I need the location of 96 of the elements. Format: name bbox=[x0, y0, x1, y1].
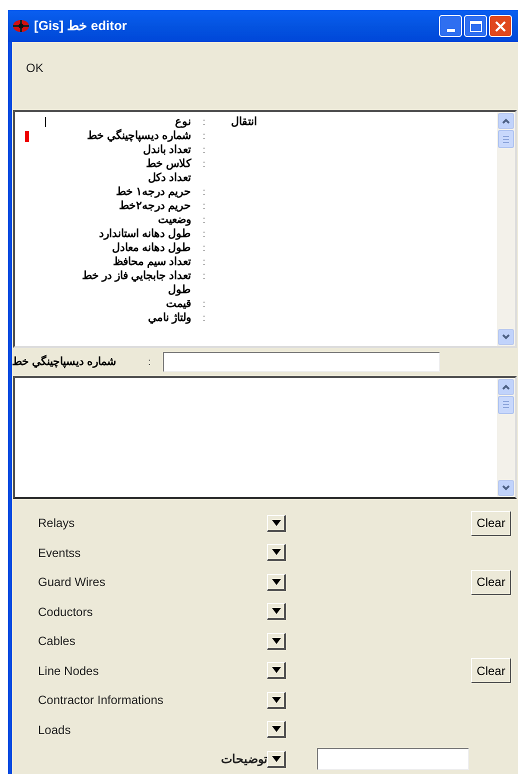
colon-separator: : bbox=[202, 242, 206, 256]
property-label: شماره دیسپاچینگي خط bbox=[86, 129, 191, 144]
dropdown-button[interactable] bbox=[267, 750, 286, 768]
colon-separator: : bbox=[202, 144, 206, 158]
section-label: توضیحات bbox=[220, 751, 267, 768]
property-row[interactable]: ولتاژ نامي : bbox=[15, 311, 497, 326]
property-label: وضعیت bbox=[158, 213, 191, 228]
section-label: Contractor Informations bbox=[38, 692, 164, 710]
colon-separator: : bbox=[202, 130, 206, 144]
triangle-down-icon bbox=[272, 549, 280, 556]
property-label: حریم درجه۱ خط bbox=[116, 185, 191, 200]
property-row[interactable]: طول bbox=[15, 283, 497, 298]
property-label: قیمت bbox=[166, 297, 191, 312]
window-title: [Gis] خط editor bbox=[34, 17, 127, 36]
property-label: ولتاژ نامي bbox=[148, 311, 191, 326]
property-value: انتقال bbox=[231, 115, 257, 130]
property-row[interactable]: قیمت : bbox=[15, 297, 497, 312]
notes-field[interactable] bbox=[317, 748, 469, 770]
colon-separator: : bbox=[202, 200, 206, 214]
scroll-down-button[interactable] bbox=[498, 329, 514, 346]
section-label: Coductors bbox=[38, 604, 94, 621]
colon-separator: : bbox=[202, 116, 206, 130]
property-row[interactable]: طول دهانه استاندارد : bbox=[15, 227, 497, 242]
property-label: تعداد باندل bbox=[142, 143, 191, 158]
section-label: Loads bbox=[38, 722, 72, 739]
property-label: طول bbox=[168, 283, 191, 298]
triangle-down-icon bbox=[272, 726, 280, 732]
property-row[interactable]: نوع : انتقال bbox=[15, 115, 497, 130]
property-label: حریم درجه۲خط bbox=[118, 199, 191, 214]
triangle-down-icon bbox=[272, 696, 280, 703]
property-row[interactable]: تعداد جابجایي فاز در خط : bbox=[15, 269, 497, 284]
dropdown-button[interactable] bbox=[267, 603, 286, 620]
colon-separator: : bbox=[202, 228, 206, 242]
property-label: تعداد دکل bbox=[148, 171, 191, 186]
scroll-up-button[interactable] bbox=[498, 378, 514, 395]
close-button[interactable] bbox=[489, 15, 512, 38]
triangle-down-icon bbox=[272, 520, 280, 526]
dropdown-button[interactable] bbox=[267, 544, 286, 562]
colon-separator: : bbox=[202, 270, 206, 284]
chevron-up-icon bbox=[502, 118, 510, 124]
colon-separator: : bbox=[202, 214, 206, 228]
colon-separator: : bbox=[202, 186, 206, 200]
dropdown-button[interactable] bbox=[267, 721, 286, 738]
dropdown-button[interactable] bbox=[267, 662, 286, 680]
dropdown-button[interactable] bbox=[267, 514, 286, 532]
triangle-down-icon bbox=[272, 638, 280, 644]
colon-separator: : bbox=[202, 256, 206, 270]
ok-menu-item[interactable]: OK bbox=[26, 61, 44, 76]
property-row[interactable]: تعداد سیم محافظ : bbox=[15, 255, 497, 270]
property-row[interactable]: شماره دیسپاچینگي خط : bbox=[15, 129, 497, 144]
close-icon bbox=[495, 20, 506, 32]
property-row[interactable]: تعداد باندل : bbox=[15, 143, 497, 158]
property-row[interactable]: طول دهانه معادل : bbox=[15, 241, 497, 256]
chevron-up-icon bbox=[502, 384, 510, 390]
scroll-down-button[interactable] bbox=[498, 480, 514, 496]
dropdown-button[interactable] bbox=[267, 574, 286, 591]
scrollbar-thumb[interactable] bbox=[498, 130, 514, 148]
colon-separator: : bbox=[202, 298, 206, 312]
chevron-down-icon bbox=[502, 334, 510, 340]
section-label: Guard Wires bbox=[38, 574, 106, 592]
dropdown-button[interactable] bbox=[267, 692, 286, 709]
triangle-down-icon bbox=[272, 578, 280, 585]
property-row[interactable]: کلاس خط : bbox=[15, 157, 497, 172]
clear-button[interactable]: Clear bbox=[471, 510, 511, 536]
dispatch-number-field[interactable] bbox=[162, 352, 440, 372]
property-row[interactable]: وضعیت : bbox=[15, 213, 497, 228]
maximize-button[interactable] bbox=[464, 15, 487, 38]
triangle-down-icon bbox=[272, 667, 280, 674]
property-label: طول دهانه استاندارد bbox=[98, 227, 191, 242]
property-label: طول دهانه معادل bbox=[112, 241, 191, 256]
triangle-down-icon bbox=[272, 756, 280, 762]
section-label: Relays bbox=[38, 515, 76, 532]
section-label: Cables bbox=[38, 633, 76, 650]
property-label: کلاس خط bbox=[146, 157, 191, 172]
section-label: Line Nodes bbox=[38, 662, 100, 680]
minimize-button[interactable] bbox=[439, 15, 462, 38]
scroll-up-button[interactable] bbox=[498, 113, 514, 130]
property-row[interactable]: حریم درجه۱ خط : bbox=[15, 185, 497, 200]
colon-separator: : bbox=[202, 158, 206, 172]
field-label: شماره دیسپاچینگي خط bbox=[12, 354, 118, 370]
colon-separator: : bbox=[202, 312, 206, 326]
triangle-down-icon bbox=[272, 608, 280, 614]
section-label: Eventss bbox=[38, 544, 82, 562]
dropdown-button[interactable] bbox=[267, 632, 286, 650]
clear-button[interactable]: Clear bbox=[471, 658, 511, 684]
property-row[interactable]: حریم درجه۲خط : bbox=[15, 199, 497, 214]
scrollbar-thumb[interactable] bbox=[498, 396, 514, 414]
chevron-down-icon bbox=[502, 484, 510, 490]
crosshair-icon bbox=[12, 19, 30, 34]
property-label: نوع bbox=[175, 115, 191, 130]
property-label: تعداد سیم محافظ bbox=[112, 255, 191, 270]
colon-separator: : bbox=[148, 356, 151, 370]
property-row[interactable]: تعداد دکل bbox=[15, 171, 497, 186]
clear-button[interactable]: Clear bbox=[471, 570, 511, 595]
property-label: تعداد جابجایي فاز در خط bbox=[82, 269, 191, 284]
notes-text-area[interactable] bbox=[13, 376, 517, 498]
